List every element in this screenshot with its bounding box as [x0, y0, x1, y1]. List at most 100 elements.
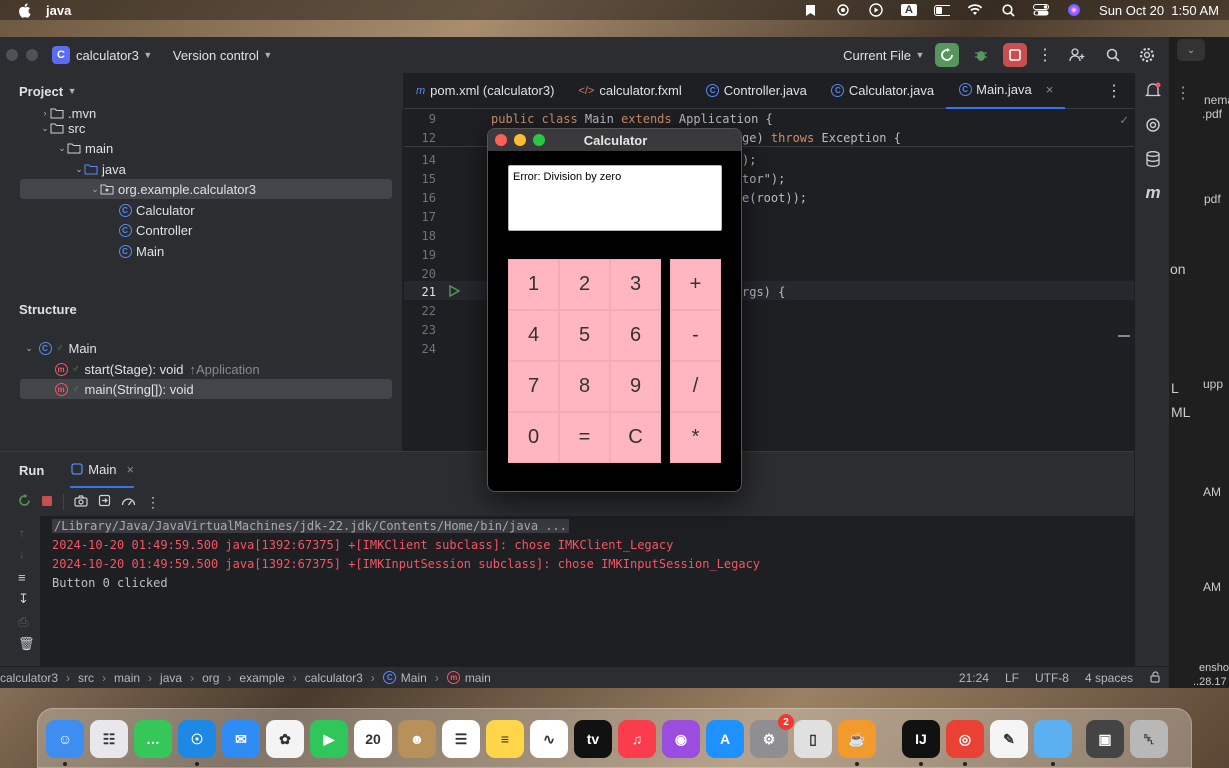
add-user-icon[interactable]	[1063, 48, 1091, 62]
appstore-icon[interactable]: A	[706, 720, 744, 758]
check-icon[interactable]: ✓	[1120, 113, 1128, 128]
print-icon[interactable]: ⎙	[18, 614, 28, 630]
chevron-down-icon[interactable]: ⌄	[24, 343, 34, 354]
structure-item-start[interactable]: m ♂ start(Stage): void ↑Application	[20, 359, 392, 379]
more-tabs-icon[interactable]: ⋮	[1106, 81, 1122, 101]
tree-item-java[interactable]: ⌄ java	[20, 159, 392, 179]
spotlight-icon[interactable]	[1000, 3, 1016, 17]
notes-icon[interactable]: ≡	[486, 720, 524, 758]
profiler-icon[interactable]	[121, 494, 136, 510]
maven-icon[interactable]: m	[1144, 183, 1162, 202]
console-line[interactable]: /Library/Java/JavaVirtualMachines/jdk-22…	[52, 519, 569, 533]
settings-icon[interactable]: ⚙ 2	[750, 714, 794, 758]
java-icon[interactable]: ☕	[838, 720, 876, 758]
freeform-icon[interactable]: ∿	[530, 720, 568, 758]
more-icon[interactable]: ⋮	[1175, 83, 1191, 103]
breadcrumb-item[interactable]: java	[160, 671, 182, 685]
photos-icon[interactable]: ✿	[266, 720, 304, 758]
breadcrumb-item[interactable]: calculator3	[305, 671, 363, 685]
scroll-to-end-icon[interactable]: ↧	[18, 591, 29, 607]
chevron-down-icon[interactable]: ⌄	[90, 184, 100, 195]
breadcrumb-item[interactable]: main	[465, 671, 491, 685]
chevron-down-icon[interactable]: ⌄	[57, 143, 67, 154]
debug-button[interactable]	[969, 43, 993, 67]
ai-assistant-icon[interactable]	[1144, 116, 1162, 134]
tree-item-main-class[interactable]: C Main	[20, 241, 392, 261]
wifi-icon[interactable]	[967, 3, 983, 17]
reminders-icon[interactable]: ☰	[442, 720, 480, 758]
minimize-window-button[interactable]	[26, 49, 38, 61]
breadcrumb-item[interactable]: org	[202, 671, 219, 685]
soft-wrap-icon[interactable]: ≡	[18, 570, 26, 585]
chevron-down-icon[interactable]: ▼	[67, 86, 77, 96]
project-badge-icon[interactable]: C	[52, 46, 70, 64]
camera-icon[interactable]	[74, 494, 88, 510]
more-actions-icon[interactable]: ⋮	[146, 494, 160, 511]
gear-icon[interactable]	[1135, 47, 1159, 63]
folder-icon[interactable]	[1034, 720, 1072, 758]
run-config-selector[interactable]: Current File	[843, 48, 911, 63]
music-icon[interactable]: ♫	[618, 720, 656, 758]
version-control-menu[interactable]: Version control	[173, 48, 259, 63]
calculator-key[interactable]: 9	[610, 361, 661, 412]
control-center-icon[interactable]	[1033, 3, 1050, 17]
calculator-title-bar[interactable]: Calculator	[488, 129, 741, 151]
file-encoding[interactable]: UTF-8	[1035, 671, 1069, 685]
tree-item-main[interactable]: ⌄ main	[20, 138, 392, 158]
close-tab-icon[interactable]: ×	[126, 462, 134, 477]
textedit-icon[interactable]: ✎	[990, 720, 1028, 758]
tree-item-calculator[interactable]: C Calculator	[20, 200, 392, 220]
close-window-button[interactable]	[6, 49, 18, 61]
close-window-button[interactable]	[495, 134, 507, 146]
rerun-button[interactable]	[935, 43, 959, 67]
structure-item-main[interactable]: m ♂ main(String[]): void	[20, 379, 392, 399]
calculator-key[interactable]: 3	[610, 259, 661, 310]
calculator-key[interactable]: *	[670, 412, 721, 463]
tab-calculator-java[interactable]: C Calculator.java	[819, 73, 946, 109]
project-selector[interactable]: calculator3	[76, 48, 139, 63]
iphone-mirroring-icon[interactable]: ▯	[794, 720, 832, 758]
calculator-key[interactable]: 5	[559, 310, 610, 361]
chevron-down-icon[interactable]: ⌄	[74, 164, 84, 175]
exit-icon[interactable]	[98, 494, 111, 510]
chevron-down-icon[interactable]: ⌄	[40, 123, 50, 134]
tree-item-src[interactable]: ⌄ src	[20, 118, 392, 138]
notifications-icon[interactable]	[1144, 81, 1162, 99]
clock[interactable]: Sun Oct 20 1:50 AM	[1099, 3, 1219, 18]
calculator-display[interactable]: Error: Division by zero	[508, 165, 722, 231]
caret-position[interactable]: 21:24	[959, 671, 989, 685]
close-tab-icon[interactable]: ×	[1046, 82, 1054, 97]
chrome-icon[interactable]: ◎	[946, 720, 984, 758]
calculator-key[interactable]: 7	[508, 361, 559, 412]
airdrop-icon[interactable]	[835, 3, 851, 17]
calculator-key[interactable]: C	[610, 412, 661, 463]
mail-icon[interactable]: ✉	[222, 720, 260, 758]
more-actions-icon[interactable]: ⋮	[1037, 45, 1053, 65]
calculator-key[interactable]: =	[559, 412, 610, 463]
stop-icon[interactable]	[41, 495, 53, 510]
tree-item-package[interactable]: ⌄ org.example.calculator3	[20, 179, 392, 199]
calculator-key[interactable]: /	[670, 361, 721, 412]
tab-calculator-fxml[interactable]: </> calculator.fxml	[566, 73, 693, 109]
breadcrumb-item[interactable]: Main	[401, 671, 427, 685]
contacts-icon[interactable]: ☻	[398, 720, 436, 758]
calculator-key[interactable]: +	[670, 259, 721, 310]
line-separator[interactable]: LF	[1005, 671, 1019, 685]
input-source-icon[interactable]: A	[901, 3, 917, 17]
tree-item-controller[interactable]: C Controller	[20, 220, 392, 240]
active-app-name[interactable]: java	[46, 3, 71, 18]
calculator-key[interactable]: -	[670, 310, 721, 361]
calculator-key[interactable]: 4	[508, 310, 559, 361]
arrow-down-icon[interactable]: ↓	[19, 547, 25, 561]
siri-icon[interactable]	[1066, 3, 1082, 17]
tab-controller-java[interactable]: C Controller.java	[694, 73, 819, 109]
structure-root[interactable]: ⌄ C ♂ Main	[20, 338, 392, 358]
chevron-down-icon[interactable]: ▼	[263, 50, 273, 60]
minimize-window-button[interactable]	[514, 134, 526, 146]
calculator-key[interactable]: 1	[508, 259, 559, 310]
launchpad-icon[interactable]: ☷	[90, 720, 128, 758]
play-icon[interactable]	[868, 3, 884, 17]
calculator-key[interactable]: 6	[610, 310, 661, 361]
chevron-down-icon[interactable]: ▼	[143, 50, 153, 60]
tab-pom-xml[interactable]: m pom.xml (calculator3)	[404, 73, 566, 109]
